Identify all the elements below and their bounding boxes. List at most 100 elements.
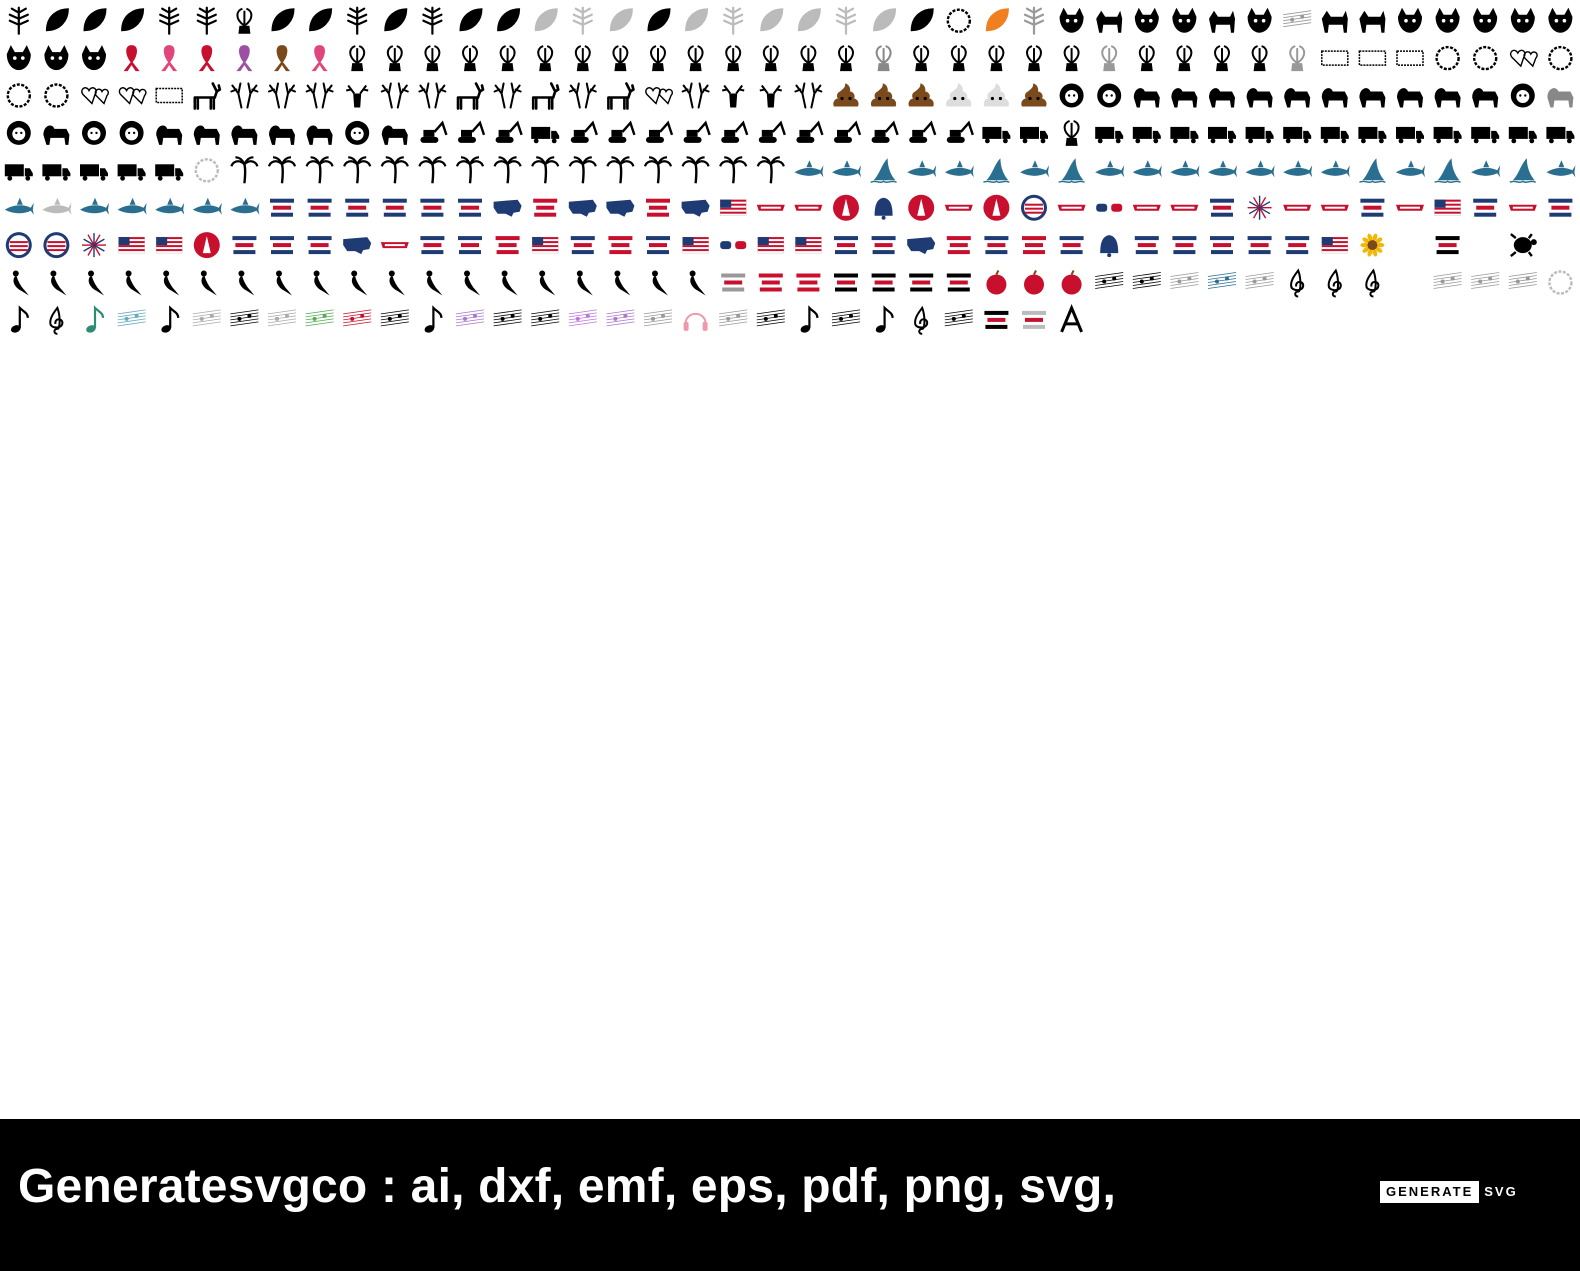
frame-icon	[155, 87, 183, 104]
dog-icon	[82, 45, 106, 71]
plant-icon	[574, 45, 591, 72]
wreath-icon	[1397, 232, 1423, 258]
palm-icon	[380, 156, 409, 184]
dog-icon	[1134, 7, 1159, 33]
shark-icon	[230, 197, 260, 215]
excavator-icon	[871, 120, 899, 143]
staff-icon	[230, 309, 259, 327]
leaf-icon	[309, 8, 333, 32]
dog-icon	[44, 45, 69, 71]
glasses-icon	[720, 241, 747, 250]
usaflag-icon	[531, 236, 559, 254]
textblock-icon	[1548, 198, 1573, 217]
banner-icon	[1396, 204, 1424, 211]
footer-banner: Generatesvgco : ai, dxf, emf, eps, pdf, …	[0, 1119, 1580, 1271]
frame-icon	[1321, 50, 1349, 66]
plant-icon	[1063, 119, 1080, 146]
lionbody-icon	[1133, 88, 1160, 108]
logo-wordmark-box: GENERATE	[1380, 1181, 1480, 1203]
lionbody-icon	[1171, 88, 1198, 108]
truck-icon	[982, 126, 1011, 144]
dog-icon	[1398, 7, 1422, 33]
textblock-icon	[1134, 236, 1159, 255]
plant-icon	[800, 45, 817, 72]
antler-icon	[681, 82, 710, 109]
fin-icon	[1434, 158, 1461, 183]
truck-icon	[1396, 126, 1424, 144]
lion-icon	[6, 120, 31, 145]
shark-icon	[907, 160, 937, 178]
poop-icon	[946, 83, 972, 107]
poop-icon	[870, 83, 897, 107]
mermaid-icon	[200, 270, 217, 296]
mermaid-icon	[388, 270, 405, 296]
textblock-icon	[796, 273, 821, 292]
lionbody-icon	[43, 125, 70, 145]
excavator-icon	[683, 120, 711, 143]
banner-icon	[1057, 204, 1086, 211]
clef-icon	[1365, 268, 1380, 298]
staff-icon	[1170, 272, 1199, 289]
usaflag-icon	[757, 236, 785, 254]
turtle-icon	[1510, 233, 1537, 258]
truck-icon	[1546, 126, 1575, 144]
usamap-icon	[493, 199, 522, 217]
textblock-icon	[1059, 236, 1084, 255]
excavator-icon	[796, 120, 824, 143]
palm-icon	[418, 156, 447, 184]
usamap-icon	[606, 199, 635, 217]
fern-icon	[1023, 6, 1045, 35]
staff-icon	[1508, 272, 1537, 289]
lion-icon	[1097, 83, 1122, 108]
bell-icon	[874, 197, 893, 220]
shark-icon	[1132, 160, 1162, 178]
plant-icon	[424, 45, 441, 72]
textblock-icon	[1022, 310, 1046, 329]
redcircle-icon	[833, 194, 859, 221]
lionbody-icon	[306, 125, 333, 145]
mermaid-icon	[652, 270, 668, 296]
usaflag-icon	[719, 199, 747, 216]
leaf-icon	[384, 8, 408, 32]
plant-icon	[1138, 45, 1155, 72]
textblock-icon	[984, 310, 1009, 329]
plant-icon	[1101, 45, 1118, 72]
mermaid-icon	[351, 270, 368, 296]
staff-icon	[493, 309, 522, 327]
wreath-icon	[1397, 270, 1423, 295]
fern-icon	[196, 6, 217, 35]
shark-icon	[192, 197, 222, 215]
textblock-icon	[646, 236, 670, 255]
wreath-icon	[44, 83, 69, 108]
shark-icon	[80, 197, 109, 215]
ribbon-icon	[198, 45, 215, 72]
excavator-icon	[758, 120, 786, 143]
generatesvg-logo: GENERATE SVG	[1380, 1181, 1518, 1203]
fern-icon	[835, 6, 857, 35]
antler-icon	[268, 82, 296, 109]
shark-icon	[832, 160, 861, 178]
usamap-icon	[681, 199, 710, 217]
shark-icon	[1283, 160, 1313, 178]
textblock-icon	[721, 273, 746, 292]
fern-icon	[422, 6, 443, 35]
plant-icon	[1176, 45, 1193, 72]
palm-icon	[230, 156, 259, 184]
banner-icon	[1170, 204, 1199, 211]
plant-icon	[762, 45, 779, 72]
plant-icon	[838, 45, 854, 72]
plant-icon	[612, 45, 629, 72]
textblock-icon	[1247, 236, 1272, 255]
dog-icon	[1247, 7, 1272, 33]
textblock-icon	[420, 236, 445, 255]
plant-icon	[1026, 45, 1042, 72]
redcircle-icon	[983, 194, 1010, 221]
staff-icon	[1095, 272, 1124, 289]
textblock-icon	[834, 273, 858, 292]
plant-icon	[386, 45, 403, 72]
mermaid-icon	[125, 270, 142, 296]
sunflower-icon	[1360, 233, 1385, 257]
mermaid-icon	[614, 270, 631, 296]
usacircle-icon	[5, 232, 32, 259]
truck-icon	[1358, 126, 1387, 144]
